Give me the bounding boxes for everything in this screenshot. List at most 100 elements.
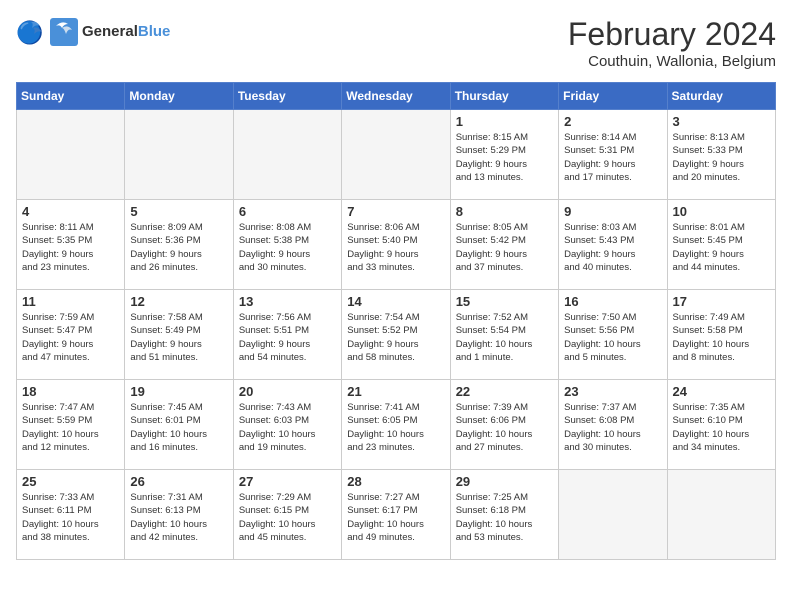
day-number: 21 — [347, 384, 444, 399]
calendar-cell: 20Sunrise: 7:43 AM Sunset: 6:03 PM Dayli… — [233, 380, 341, 470]
calendar-cell: 12 Sunrise: 7:58 AM Sunset: 5:49 PM Dayli… — [125, 290, 233, 380]
day-info: Sunrise: 7:29 AM Sunset: 6:15 PM Dayligh… — [239, 491, 336, 544]
col-header-thursday: Thursday — [450, 83, 558, 110]
day-info: Sunrise: 7:52 AM Sunset: 5:54 PM Dayligh… — [456, 311, 553, 364]
calendar-cell: 3 Sunrise: 8:13 AM Sunset: 5:33 PM Daylig… — [667, 110, 775, 200]
day-info: Sunrise: 7:35 AM Sunset: 6:10 PM Dayligh… — [673, 401, 770, 454]
day-info: Sunrise: 8:03 AM Sunset: 5:43 PM Dayligh… — [564, 221, 661, 274]
col-header-monday: Monday — [125, 83, 233, 110]
logo-icon: 🔵 — [16, 18, 44, 46]
calendar-cell: 8 Sunrise: 8:05 AM Sunset: 5:42 PM Daylig… — [450, 200, 558, 290]
month-year-title: February 2024 — [568, 16, 776, 53]
day-number: 12 — [130, 294, 227, 309]
day-number: 8 — [456, 204, 553, 219]
col-header-tuesday: Tuesday — [233, 83, 341, 110]
day-info: Sunrise: 8:01 AM Sunset: 5:45 PM Dayligh… — [673, 221, 770, 274]
calendar-cell: 14 Sunrise: 7:54 AM Sunset: 5:52 PM Dayli… — [342, 290, 450, 380]
day-info: Sunrise: 7:54 AM Sunset: 5:52 PM Dayligh… — [347, 311, 444, 364]
day-info: Sunrise: 8:13 AM Sunset: 5:33 PM Dayligh… — [673, 131, 770, 184]
calendar-cell: 24 Sunrise: 7:35 AM Sunset: 6:10 PM Dayli… — [667, 380, 775, 470]
calendar-cell: 25 Sunrise: 7:33 AM Sunset: 6:11 PM Dayli… — [17, 470, 125, 560]
week-row-1: 1 Sunrise: 8:15 AM Sunset: 5:29 PM Daylig… — [17, 110, 776, 200]
day-number: 10 — [673, 204, 770, 219]
svg-text:🔵: 🔵 — [16, 20, 43, 45]
calendar-cell: 17 Sunrise: 7:49 AM Sunset: 5:58 PM Dayli… — [667, 290, 775, 380]
day-info: Sunrise: 7:50 AM Sunset: 5:56 PM Dayligh… — [564, 311, 661, 364]
week-row-5: 25 Sunrise: 7:33 AM Sunset: 6:11 PM Dayli… — [17, 470, 776, 560]
day-info: Sunrise: 7:56 AM Sunset: 5:51 PM Dayligh… — [239, 311, 336, 364]
day-info: Sunrise: 8:15 AM Sunset: 5:29 PM Dayligh… — [456, 131, 553, 184]
week-row-4: 18Sunrise: 7:47 AM Sunset: 5:59 PM Dayli… — [17, 380, 776, 470]
calendar-cell: 5 Sunrise: 8:09 AM Sunset: 5:36 PM Daylig… — [125, 200, 233, 290]
day-number: 16 — [564, 294, 661, 309]
calendar-table: SundayMondayTuesdayWednesdayThursdayFrid… — [16, 82, 776, 560]
calendar-cell — [125, 110, 233, 200]
day-number: 28 — [347, 474, 444, 489]
day-info: Sunrise: 8:09 AM Sunset: 5:36 PM Dayligh… — [130, 221, 227, 274]
day-info: Sunrise: 7:45 AM Sunset: 6:01 PM Dayligh… — [130, 401, 227, 454]
col-header-friday: Friday — [559, 83, 667, 110]
day-info: Sunrise: 7:47 AM Sunset: 5:59 PM Dayligh… — [22, 401, 119, 454]
col-header-saturday: Saturday — [667, 83, 775, 110]
calendar-cell: 9 Sunrise: 8:03 AM Sunset: 5:43 PM Daylig… — [559, 200, 667, 290]
calendar-cell — [559, 470, 667, 560]
day-info: Sunrise: 8:06 AM Sunset: 5:40 PM Dayligh… — [347, 221, 444, 274]
day-number: 19 — [130, 384, 227, 399]
day-number: 29 — [456, 474, 553, 489]
day-number: 4 — [22, 204, 119, 219]
day-number: 25 — [22, 474, 119, 489]
day-number: 5 — [130, 204, 227, 219]
calendar-cell: 27Sunrise: 7:29 AM Sunset: 6:15 PM Dayli… — [233, 470, 341, 560]
header-row: SundayMondayTuesdayWednesdayThursdayFrid… — [17, 83, 776, 110]
calendar-cell: 13Sunrise: 7:56 AM Sunset: 5:51 PM Dayli… — [233, 290, 341, 380]
calendar-cell: 22Sunrise: 7:39 AM Sunset: 6:06 PM Dayli… — [450, 380, 558, 470]
day-info: Sunrise: 7:43 AM Sunset: 6:03 PM Dayligh… — [239, 401, 336, 454]
day-number: 1 — [456, 114, 553, 129]
calendar-cell — [233, 110, 341, 200]
day-number: 15 — [456, 294, 553, 309]
day-info: Sunrise: 7:25 AM Sunset: 6:18 PM Dayligh… — [456, 491, 553, 544]
calendar-cell: 21 Sunrise: 7:41 AM Sunset: 6:05 PM Dayli… — [342, 380, 450, 470]
day-info: Sunrise: 7:49 AM Sunset: 5:58 PM Dayligh… — [673, 311, 770, 364]
day-number: 9 — [564, 204, 661, 219]
day-number: 14 — [347, 294, 444, 309]
location-subtitle: Couthuin, Wallonia, Belgium — [568, 53, 776, 70]
day-info: Sunrise: 7:33 AM Sunset: 6:11 PM Dayligh… — [22, 491, 119, 544]
day-info: Sunrise: 8:08 AM Sunset: 5:38 PM Dayligh… — [239, 221, 336, 274]
day-info: Sunrise: 7:27 AM Sunset: 6:17 PM Dayligh… — [347, 491, 444, 544]
day-number: 3 — [673, 114, 770, 129]
day-number: 7 — [347, 204, 444, 219]
day-info: Sunrise: 8:05 AM Sunset: 5:42 PM Dayligh… — [456, 221, 553, 274]
day-number: 6 — [239, 204, 336, 219]
day-number: 23 — [564, 384, 661, 399]
day-info: Sunrise: 8:11 AM Sunset: 5:35 PM Dayligh… — [22, 221, 119, 274]
day-number: 26 — [130, 474, 227, 489]
calendar-cell: 23 Sunrise: 7:37 AM Sunset: 6:08 PM Dayli… — [559, 380, 667, 470]
calendar-cell — [667, 470, 775, 560]
calendar-cell: 18Sunrise: 7:47 AM Sunset: 5:59 PM Dayli… — [17, 380, 125, 470]
page-header: 🔵 GeneralBlue February 2024 Couthuin, Wa… — [16, 16, 776, 70]
day-number: 24 — [673, 384, 770, 399]
week-row-2: 4 Sunrise: 8:11 AM Sunset: 5:35 PM Daylig… — [17, 200, 776, 290]
col-header-wednesday: Wednesday — [342, 83, 450, 110]
calendar-cell: 26 Sunrise: 7:31 AM Sunset: 6:13 PM Dayli… — [125, 470, 233, 560]
day-info: Sunrise: 7:39 AM Sunset: 6:06 PM Dayligh… — [456, 401, 553, 454]
day-info: Sunrise: 7:58 AM Sunset: 5:49 PM Dayligh… — [130, 311, 227, 364]
calendar-cell: 7 Sunrise: 8:06 AM Sunset: 5:40 PM Daylig… — [342, 200, 450, 290]
calendar-cell: 2Sunrise: 8:14 AM Sunset: 5:31 PM Daylig… — [559, 110, 667, 200]
calendar-cell: 19 Sunrise: 7:45 AM Sunset: 6:01 PM Dayli… — [125, 380, 233, 470]
calendar-cell — [17, 110, 125, 200]
title-block: February 2024 Couthuin, Wallonia, Belgiu… — [568, 16, 776, 70]
calendar-cell: 11Sunrise: 7:59 AM Sunset: 5:47 PM Dayli… — [17, 290, 125, 380]
day-number: 17 — [673, 294, 770, 309]
calendar-cell: 15 Sunrise: 7:52 AM Sunset: 5:54 PM Dayli… — [450, 290, 558, 380]
calendar-cell: 28 Sunrise: 7:27 AM Sunset: 6:17 PM Dayli… — [342, 470, 450, 560]
day-info: Sunrise: 7:41 AM Sunset: 6:05 PM Dayligh… — [347, 401, 444, 454]
week-row-3: 11Sunrise: 7:59 AM Sunset: 5:47 PM Dayli… — [17, 290, 776, 380]
day-info: Sunrise: 7:59 AM Sunset: 5:47 PM Dayligh… — [22, 311, 119, 364]
day-number: 2 — [564, 114, 661, 129]
calendar-cell: 6 Sunrise: 8:08 AM Sunset: 5:38 PM Daylig… — [233, 200, 341, 290]
calendar-cell: 10 Sunrise: 8:01 AM Sunset: 5:45 PM Dayli… — [667, 200, 775, 290]
day-info: Sunrise: 7:37 AM Sunset: 6:08 PM Dayligh… — [564, 401, 661, 454]
day-info: Sunrise: 7:31 AM Sunset: 6:13 PM Dayligh… — [130, 491, 227, 544]
